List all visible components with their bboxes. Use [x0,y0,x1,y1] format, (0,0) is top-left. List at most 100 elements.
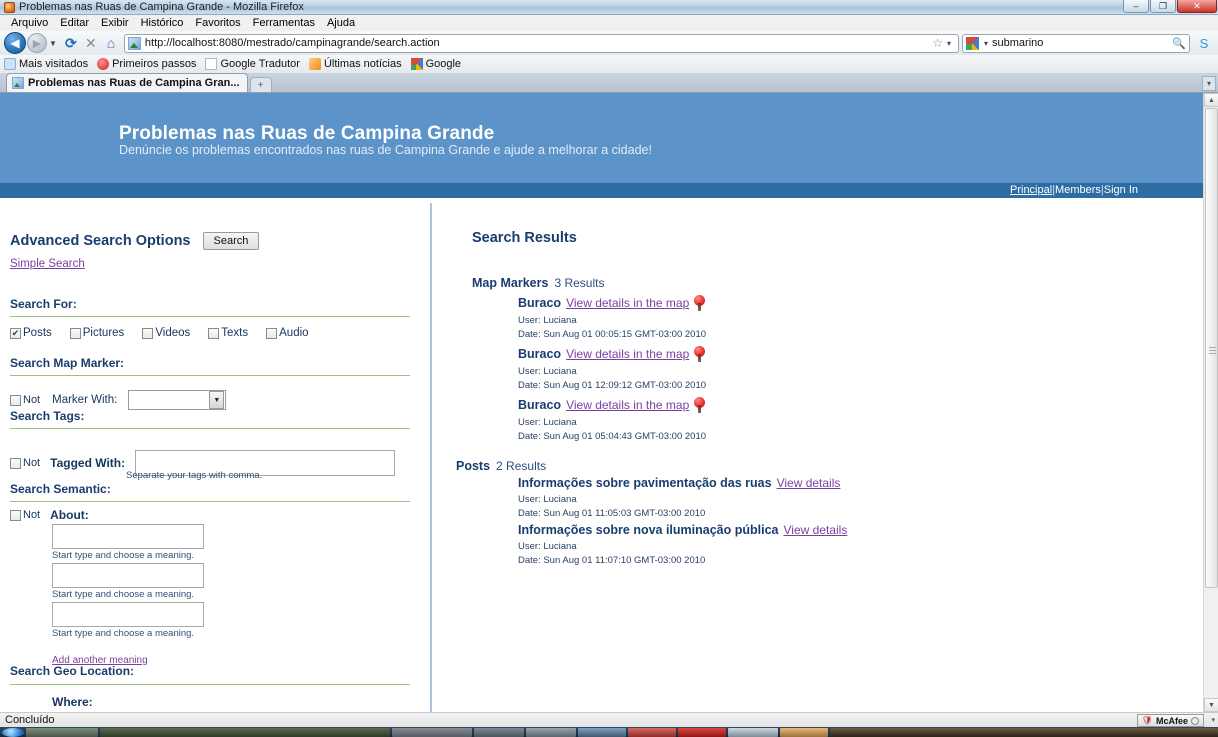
nav-link-signin[interactable]: Sign In [1104,184,1138,196]
result-item: Informações sobre nova iluminação públic… [518,523,847,566]
result-item: Informações sobre pavimentação das ruas … [518,476,840,519]
new-tab-button[interactable]: + [249,77,272,92]
checkbox-posts[interactable] [10,327,21,339]
view-details-link[interactable]: View details [784,523,848,537]
checkbox-texts[interactable] [208,327,220,339]
bookmark-google-tradutor[interactable]: Google Tradutor [205,58,300,70]
bookmark-star-icon[interactable]: ☆ [932,36,943,50]
taskbar-item[interactable] [780,727,828,737]
skype-extension-icon[interactable]: S [1194,33,1214,53]
search-semantic-heading: Search Semantic: [10,482,111,496]
bookmark-mais-visitados[interactable]: Mais visitados [4,58,88,70]
taskbar-item[interactable] [100,727,390,737]
meaning-input-2[interactable] [52,563,204,588]
chevron-down-icon[interactable]: ▼ [209,391,225,409]
page-title: Problemas nas Ruas de Campina Grande [119,123,495,144]
group-count: 2 Results [496,459,547,473]
mcafee-site-advisor[interactable]: 🛡 McAfee [1136,714,1204,727]
bookmark-caret-icon[interactable]: ▾ [947,39,951,48]
checkbox-semantic-not[interactable] [10,509,21,521]
result-date: Date: Sun Aug 01 11:05:03 GMT-03:00 2010 [518,508,706,519]
view-details-link[interactable]: View details in the map [566,347,689,361]
scroll-down-button[interactable]: ▼ [1204,698,1218,712]
marker-not-label: Not [23,394,41,406]
taskbar-item[interactable] [526,727,576,737]
mcafee-status-dot [1191,716,1199,725]
search-input[interactable]: submarino [992,37,1172,49]
menu-editar[interactable]: Editar [54,15,95,31]
result-group-posts: Posts 2 Results [456,459,546,473]
simple-search-link[interactable]: Simple Search [10,258,85,270]
back-icon[interactable]: ◀ [4,32,26,54]
view-details-link[interactable]: View details in the map [566,296,689,310]
tab-active[interactable]: Problemas nas Ruas de Campina Gran... [6,73,248,92]
map-pin-icon [694,346,706,362]
menu-historico[interactable]: Histórico [135,15,190,31]
meaning-input-3[interactable] [52,602,204,627]
tab-strip: Problemas nas Ruas de Campina Gran... + … [0,73,1218,93]
taskbar-item[interactable] [678,727,726,737]
stop-icon[interactable]: ✕ [81,33,101,53]
site-favicon-icon [127,36,141,50]
chevron-down-icon[interactable]: ▾ [1211,716,1215,724]
site-header: Problemas nas Ruas de Campina Grande Den… [0,93,1203,183]
scroll-up-button[interactable]: ▲ [1204,93,1218,107]
search-button[interactable]: Search [202,232,260,250]
start-button[interactable] [2,727,24,737]
taskbar-item[interactable] [728,727,778,737]
group-count: 3 Results [554,276,605,290]
scrollbar-thumb[interactable] [1205,108,1218,588]
home-icon[interactable]: ⌂ [101,33,121,53]
site-nav-bar: Principal|Members|Sign In [0,183,1203,198]
taskbar-item[interactable] [628,727,676,737]
marker-with-label: Marker With: [52,394,118,406]
bookmark-primeiros-passos[interactable]: Primeiros passos [97,58,196,70]
view-details-link[interactable]: View details in the map [566,398,689,412]
reload-icon[interactable]: ⟳ [61,33,81,53]
bookmark-label: Mais visitados [19,58,89,70]
menu-exibir[interactable]: Exibir [95,15,135,31]
menu-favoritos[interactable]: Favoritos [189,15,246,31]
checkbox-audio[interactable] [266,327,278,339]
address-bar[interactable]: http://localhost:8080/mestrado/campinagr… [123,33,959,53]
menu-arquivo[interactable]: Arquivo [5,15,54,31]
bookmark-google[interactable]: Google [410,58,461,70]
tab-label: Problemas nas Ruas de Campina Gran... [28,77,240,89]
search-icon[interactable]: 🔍 [1172,37,1186,50]
window-titlebar: Problemas nas Ruas de Campina Grande - M… [0,0,1218,15]
close-button[interactable]: ✕ [1177,0,1217,13]
forward-icon[interactable]: ▶ [27,33,47,53]
chevron-down-icon[interactable]: ▼ [49,39,57,48]
search-engine-caret-icon[interactable]: ▾ [984,39,988,48]
checkbox-tags-not[interactable] [10,457,21,469]
tags-hint: Separate your tags with comma. [126,470,263,481]
taskbar-item[interactable] [578,727,626,737]
nav-link-principal[interactable]: Principal [1010,184,1052,196]
advanced-search-panel: Advanced Search Options Search Simple Se… [0,198,430,712]
google-search-engine-icon[interactable] [966,36,979,50]
taskbar-item[interactable] [474,727,524,737]
marker-with-select[interactable]: ▼ [128,390,227,410]
minimize-button[interactable]: – [1123,0,1149,13]
nav-link-members[interactable]: Members [1055,184,1101,196]
url-text[interactable]: http://localhost:8080/mestrado/campinagr… [145,37,440,49]
checkbox-videos[interactable] [142,327,154,339]
view-details-link[interactable]: View details [777,476,841,490]
taskbar-item[interactable] [26,727,98,737]
menu-ajuda[interactable]: Ajuda [321,15,361,31]
search-bar[interactable]: ▾ submarino 🔍 [962,33,1190,53]
about-label: About: [50,508,89,522]
menu-ferramentas[interactable]: Ferramentas [247,15,321,31]
checkbox-marker-not[interactable] [10,394,21,406]
list-all-tabs-icon[interactable]: ▾ [1202,76,1216,91]
bookmark-ultimas-noticias[interactable]: Últimas notícias [308,58,402,70]
page-scrollbar[interactable]: ▲ ▼ [1203,93,1218,712]
checkbox-pictures[interactable] [69,327,81,339]
meaning-input-1[interactable] [52,524,204,549]
taskbar-item[interactable] [392,727,472,737]
checkbox-posts-label: Posts [23,327,52,339]
maximize-button[interactable]: ❐ [1150,0,1176,13]
browser-window: Problemas nas Ruas de Campina Grande - M… [0,0,1218,737]
meaning-hint-1: Start type and choose a meaning. [52,550,195,561]
navigation-toolbar: ◀ ▶ ▼ ⟳ ✕ ⌂ http://localhost:8080/mestra… [0,31,1218,55]
